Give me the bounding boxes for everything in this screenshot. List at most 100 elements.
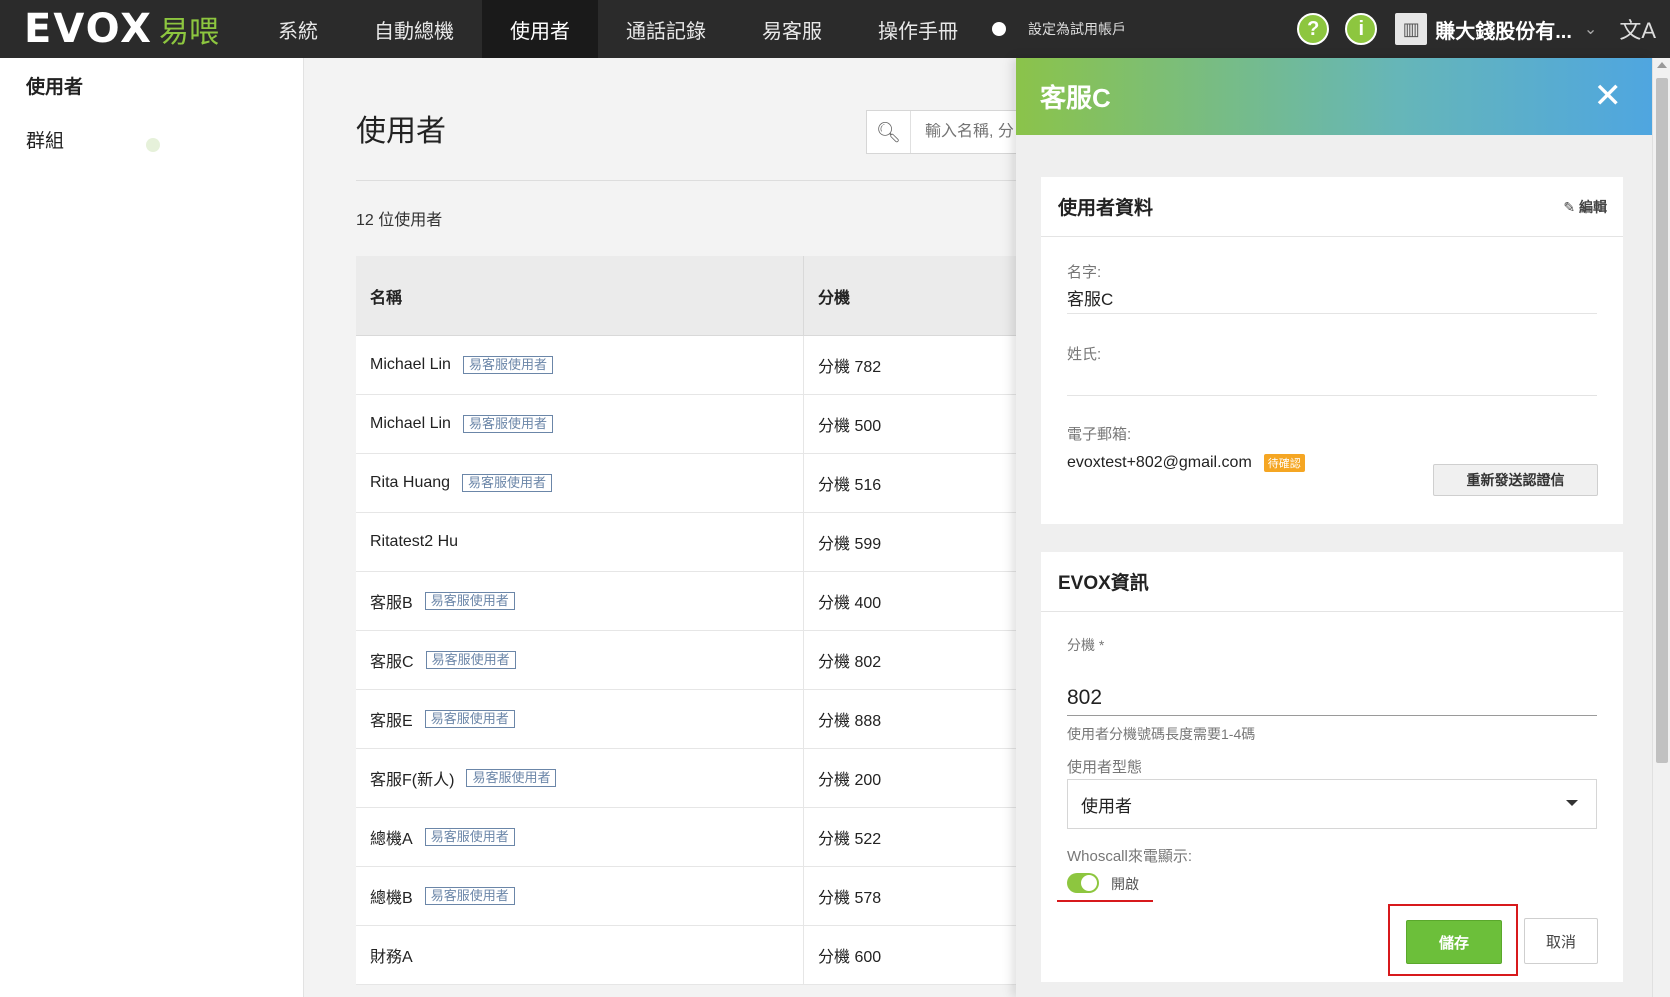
main-nav: 系統 自動總機 使用者 通話記錄 易客服 操作手冊 — [250, 0, 986, 58]
extension-input[interactable]: 802 — [1067, 686, 1102, 710]
nav-customer-service[interactable]: 易客服 — [734, 0, 850, 58]
user-name-cell: Michael Lin 易客服使用者 — [356, 395, 804, 453]
extension-cell: 分機 888 — [818, 713, 882, 730]
cs-user-tag: 易客服使用者 — [424, 710, 515, 728]
cs-user-tag: 易客服使用者 — [466, 769, 557, 787]
nav-auto-attendant[interactable]: 自動總機 — [346, 0, 482, 58]
logo[interactable]: EVOX 易喂 — [0, 0, 250, 58]
trial-dot-icon — [992, 22, 1006, 36]
extension-cell: 分機 578 — [818, 890, 882, 907]
user-name-cell: Ritatest2 Hu — [356, 513, 804, 571]
table-row[interactable]: Ritatest2 Hu 分機 599 — [356, 513, 1016, 572]
nav-call-records[interactable]: 通話記錄 — [598, 0, 734, 58]
search-input[interactable] — [911, 123, 1025, 141]
cs-user-tag: 易客服使用者 — [424, 592, 515, 610]
search-icon[interactable]: 🔍︎ — [867, 111, 911, 153]
table-row[interactable]: Michael Lin 易客服使用者 分機 500 — [356, 395, 1016, 454]
email-row: evoxtest+802@gmail.com 待確認 — [1067, 454, 1305, 472]
cs-user-tag: 易客服使用者 — [462, 415, 553, 433]
extension-cell: 分機 599 — [818, 536, 882, 553]
sidebar-item-groups[interactable]: 群組 — [26, 126, 64, 153]
user-name[interactable]: Michael Lin — [370, 356, 451, 374]
panel-title: 客服C — [1040, 83, 1111, 113]
user-name[interactable]: 總機A — [370, 825, 413, 849]
top-right-controls: ? i ▥ 賺大錢股份有... ⌄ 文A — [1297, 0, 1670, 58]
table-header: 名稱 分機 — [356, 256, 1016, 336]
logo-cn: 易喂 — [159, 16, 219, 49]
table-row[interactable]: 總機A 易客服使用者 分機 522 — [356, 808, 1016, 867]
user-type-label-text: 使用者型態 — [1067, 759, 1143, 776]
user-type-value: 使用者 — [1081, 796, 1132, 816]
whoscall-toggle[interactable] — [1067, 873, 1099, 893]
language-icon[interactable]: 文A — [1619, 13, 1656, 45]
scroll-up-arrow-icon[interactable] — [1657, 62, 1667, 68]
user-name[interactable]: 客服F(新人) — [370, 766, 454, 790]
user-name[interactable]: Michael Lin — [370, 415, 451, 433]
trial-text: 設定為試用帳戶 — [1028, 21, 1126, 37]
cs-user-tag: 易客服使用者 — [424, 828, 515, 846]
first-name-underline — [1067, 313, 1597, 314]
scrollbar[interactable] — [1652, 58, 1670, 997]
edit-button[interactable]: ✎ 編輯 — [1563, 197, 1607, 217]
table-row[interactable]: Rita Huang 易客服使用者 分機 516 — [356, 454, 1016, 513]
column-header-extension[interactable]: 分機 — [804, 256, 1016, 335]
trial-account-toggle[interactable]: 設定為試用帳戶 — [992, 19, 1126, 39]
nav-manual[interactable]: 操作手冊 — [850, 0, 986, 58]
company-switcher[interactable]: ▥ 賺大錢股份有... ⌄ — [1395, 13, 1597, 45]
page-title: 使用者 — [356, 115, 446, 148]
table-row[interactable]: 客服E 易客服使用者 分機 888 — [356, 690, 1016, 749]
resend-verification-button[interactable]: 重新發送認證信 — [1433, 464, 1598, 496]
extension-cell: 分機 400 — [818, 595, 882, 612]
user-name-cell: 客服B 易客服使用者 — [356, 572, 804, 630]
user-name[interactable]: 客服B — [370, 589, 413, 613]
user-detail-panel: 客服C ✕ 使用者資料 ✎ 編輯 名字: 客服C 姓氏: 電子郵箱: evoxt… — [1016, 58, 1652, 997]
company-name: 賺大錢股份有... — [1435, 20, 1572, 43]
chevron-down-icon: ⌄ — [1583, 21, 1598, 38]
column-header-name[interactable]: 名稱 — [356, 256, 804, 335]
cs-user-tag: 易客服使用者 — [425, 651, 516, 669]
status-dot-icon — [146, 138, 160, 152]
cancel-button[interactable]: 取消 — [1524, 918, 1598, 964]
sidebar-item-users[interactable]: 使用者 — [26, 72, 83, 99]
user-name-cell: Rita Huang 易客服使用者 — [356, 454, 804, 512]
user-name[interactable]: 客服E — [370, 707, 413, 731]
whoscall-state: 開啟 — [1111, 876, 1139, 892]
pencil-icon: ✎ — [1563, 199, 1579, 215]
help-icon[interactable]: ? — [1297, 13, 1330, 45]
highlight-underline — [1057, 900, 1153, 902]
user-name[interactable]: 客服C — [370, 648, 414, 672]
table-row[interactable]: 財務A 分機 600 — [356, 926, 1016, 985]
user-count: 12 位使用者 — [356, 212, 443, 229]
pending-badge: 待確認 — [1263, 454, 1305, 472]
nav-system[interactable]: 系統 — [250, 0, 346, 58]
user-name[interactable]: 財務A — [370, 943, 413, 967]
users-table: 名稱 分機 Michael Lin 易客服使用者 分機 782 Michael Lin… — [356, 256, 1016, 985]
close-icon[interactable]: ✕ — [1594, 76, 1623, 116]
caret-down-icon — [1566, 800, 1578, 806]
user-name[interactable]: Rita Huang — [370, 474, 450, 492]
table-row[interactable]: 客服B 易客服使用者 分機 400 — [356, 572, 1016, 631]
building-icon: ▥ — [1395, 13, 1428, 45]
search-box: 🔍︎ — [866, 110, 1026, 154]
user-name-cell: 財務A — [356, 926, 804, 984]
table-row[interactable]: 客服F(新人) 易客服使用者 分機 200 — [356, 749, 1016, 808]
email-label: 電子郵箱: — [1067, 426, 1132, 443]
user-name[interactable]: 總機B — [370, 884, 413, 908]
table-row[interactable]: 總機B 易客服使用者 分機 578 — [356, 867, 1016, 926]
first-name-value: 客服C — [1067, 290, 1114, 309]
user-name-cell: 客服E 易客服使用者 — [356, 690, 804, 748]
user-info-card: 使用者資料 ✎ 編輯 名字: 客服C 姓氏: 電子郵箱: evoxtest+80… — [1041, 177, 1623, 524]
nav-users[interactable]: 使用者 — [482, 0, 598, 58]
highlight-box: 儲存 — [1388, 904, 1518, 976]
scroll-thumb[interactable] — [1656, 78, 1668, 763]
table-body: Michael Lin 易客服使用者 分機 782 Michael Lin 易客服使用者… — [356, 336, 1016, 985]
user-type-select[interactable]: 使用者 — [1067, 779, 1597, 829]
extension-cell: 分機 600 — [818, 949, 882, 966]
whoscall-label: Whoscall來電顯示: — [1067, 848, 1193, 865]
info-icon[interactable]: i — [1345, 13, 1378, 45]
user-name[interactable]: Ritatest2 Hu — [370, 533, 458, 551]
save-button[interactable]: 儲存 — [1406, 920, 1502, 964]
table-row[interactable]: Michael Lin 易客服使用者 分機 782 — [356, 336, 1016, 395]
user-name-cell: Michael Lin 易客服使用者 — [356, 336, 804, 394]
table-row[interactable]: 客服C 易客服使用者 分機 802 — [356, 631, 1016, 690]
